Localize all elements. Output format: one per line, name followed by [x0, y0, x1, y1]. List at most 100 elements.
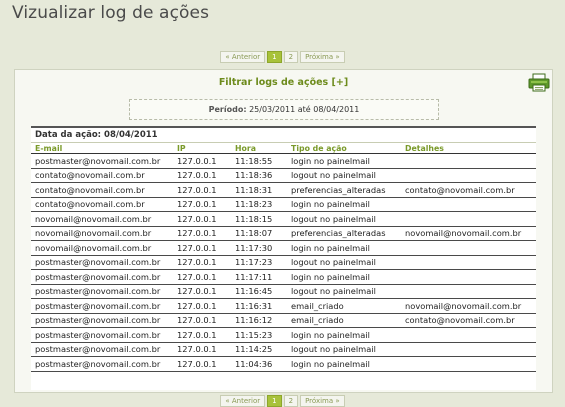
cell-tipo: email_criado — [287, 313, 401, 328]
log-panel: Filtrar logs de ações [+] Período: 25/03… — [14, 69, 553, 393]
cell-detalhes — [401, 284, 536, 299]
column-header-ip: IP — [173, 142, 231, 154]
pagination-bottom: « Anterior 1 2 Próxima » — [0, 395, 565, 407]
table-row: postmaster@novomail.com.br 127.0.0.1 11:18… — [31, 153, 536, 169]
cell-tipo: preferencias_alteradas — [287, 182, 401, 198]
cell-hora: 11:18:55 — [231, 153, 287, 169]
cell-ip: 127.0.0.1 — [173, 327, 231, 343]
cell-tipo: login no painelmail — [287, 197, 401, 212]
cell-hora: 11:16:31 — [231, 298, 287, 314]
cell-hora: 11:15:23 — [231, 327, 287, 343]
cell-tipo: login no painelmail — [287, 240, 401, 256]
pagination-next-button-bottom[interactable]: Próxima » — [300, 395, 345, 407]
printer-icon[interactable] — [528, 73, 550, 92]
cell-email: postmaster@novomail.com.br — [31, 327, 173, 343]
cell-ip: 127.0.0.1 — [173, 284, 231, 299]
pagination-top: « Anterior 1 2 Próxima » — [0, 51, 565, 63]
cell-ip: 127.0.0.1 — [173, 197, 231, 212]
cell-email: postmaster@novomail.com.br — [31, 356, 173, 372]
cell-email: postmaster@novomail.com.br — [31, 153, 173, 169]
cell-tipo: logout no painelmail — [287, 255, 401, 270]
cell-hora: 11:17:30 — [231, 240, 287, 256]
pagination-page-1[interactable]: 1 — [267, 51, 282, 63]
cell-detalhes: novomail@novomail.com.br — [401, 298, 536, 314]
cell-ip: 127.0.0.1 — [173, 298, 231, 314]
table-row: contato@novomail.com.br 127.0.0.1 11:18:31… — [31, 182, 536, 198]
cell-hora: 11:18:23 — [231, 197, 287, 212]
cell-detalhes — [401, 168, 536, 183]
cell-tipo: logout no painelmail — [287, 168, 401, 183]
cell-tipo: login no painelmail — [287, 327, 401, 343]
cell-ip: 127.0.0.1 — [173, 313, 231, 328]
cell-tipo: email_criado — [287, 298, 401, 314]
cell-detalhes — [401, 211, 536, 227]
cell-detalhes: contato@novomail.com.br — [401, 313, 536, 328]
log-table-container: Data da ação: 08/04/2011 E-mail IP Hora … — [31, 126, 536, 390]
cell-email: postmaster@novomail.com.br — [31, 284, 173, 299]
table-row: postmaster@novomail.com.br 127.0.0.1 11:04… — [31, 356, 536, 372]
cell-tipo: login no painelmail — [287, 356, 401, 372]
cell-hora: 11:16:45 — [231, 284, 287, 299]
cell-detalhes — [401, 153, 536, 169]
cell-email: novomail@novomail.com.br — [31, 211, 173, 227]
cell-detalhes — [401, 269, 536, 285]
page-title: Vizualizar log de ações — [12, 3, 210, 23]
table-header-row: E-mail IP Hora Tipo de ação Detalhes — [31, 142, 536, 154]
cell-detalhes: novomail@novomail.com.br — [401, 226, 536, 241]
cell-email: contato@novomail.com.br — [31, 168, 173, 183]
pagination-prev-button-bottom[interactable]: « Anterior — [220, 395, 266, 407]
cell-ip: 127.0.0.1 — [173, 269, 231, 285]
table-row: postmaster@novomail.com.br 127.0.0.1 11:16… — [31, 284, 536, 299]
cell-email: postmaster@novomail.com.br — [31, 269, 173, 285]
table-row: postmaster@novomail.com.br 127.0.0.1 11:14… — [31, 342, 536, 357]
period-label: Período: — [208, 105, 247, 114]
cell-ip: 127.0.0.1 — [173, 153, 231, 169]
cell-tipo: logout no painelmail — [287, 211, 401, 227]
pagination-prev-button[interactable]: « Anterior — [220, 51, 266, 63]
cell-hora: 11:18:07 — [231, 226, 287, 241]
cell-email: postmaster@novomail.com.br — [31, 313, 173, 328]
filter-toggle-link[interactable]: Filtrar logs de ações [+] — [15, 77, 552, 88]
column-header-tipo: Tipo de ação — [287, 142, 401, 154]
table-row: contato@novomail.com.br 127.0.0.1 11:18:23… — [31, 197, 536, 212]
cell-hora: 11:14:25 — [231, 342, 287, 357]
table-row: novomail@novomail.com.br 127.0.0.1 11:17:3… — [31, 240, 536, 256]
table-row: postmaster@novomail.com.br 127.0.0.1 11:15… — [31, 327, 536, 343]
cell-hora: 11:18:36 — [231, 168, 287, 183]
pagination-next-button[interactable]: Próxima » — [300, 51, 345, 63]
table-row: postmaster@novomail.com.br 127.0.0.1 11:16… — [31, 298, 536, 314]
cell-detalhes: contato@novomail.com.br — [401, 182, 536, 198]
cell-tipo: login no painelmail — [287, 269, 401, 285]
cell-ip: 127.0.0.1 — [173, 182, 231, 198]
cell-email: contato@novomail.com.br — [31, 197, 173, 212]
cell-ip: 127.0.0.1 — [173, 342, 231, 357]
cell-detalhes — [401, 240, 536, 256]
period-box: Período: 25/03/2011 até 08/04/2011 — [129, 99, 439, 120]
cell-email: novomail@novomail.com.br — [31, 226, 173, 241]
period-sep: até — [297, 105, 311, 114]
period-start: 25/03/2011 — [249, 105, 296, 114]
cell-email: postmaster@novomail.com.br — [31, 342, 173, 357]
cell-tipo: logout no painelmail — [287, 342, 401, 357]
cell-ip: 127.0.0.1 — [173, 255, 231, 270]
pagination-page-2[interactable]: 2 — [283, 51, 299, 63]
action-date-header: Data da ação: 08/04/2011 — [35, 130, 158, 140]
cell-ip: 127.0.0.1 — [173, 356, 231, 372]
cell-ip: 127.0.0.1 — [173, 226, 231, 241]
cell-detalhes — [401, 255, 536, 270]
table-row: postmaster@novomail.com.br 127.0.0.1 11:17… — [31, 255, 536, 270]
pagination-page-1-bottom[interactable]: 1 — [267, 395, 282, 407]
pagination-page-2-bottom[interactable]: 2 — [283, 395, 299, 407]
cell-hora: 11:17:11 — [231, 269, 287, 285]
cell-detalhes — [401, 342, 536, 357]
cell-email: novomail@novomail.com.br — [31, 240, 173, 256]
cell-email: postmaster@novomail.com.br — [31, 298, 173, 314]
cell-tipo: logout no painelmail — [287, 284, 401, 299]
period-end: 08/04/2011 — [313, 105, 360, 114]
table-row: novomail@novomail.com.br 127.0.0.1 11:18:0… — [31, 226, 536, 241]
table-row: contato@novomail.com.br 127.0.0.1 11:18:36… — [31, 168, 536, 183]
table-row: novomail@novomail.com.br 127.0.0.1 11:18:1… — [31, 211, 536, 227]
cell-tipo: preferencias_alteradas — [287, 226, 401, 241]
cell-ip: 127.0.0.1 — [173, 168, 231, 183]
cell-detalhes — [401, 327, 536, 343]
